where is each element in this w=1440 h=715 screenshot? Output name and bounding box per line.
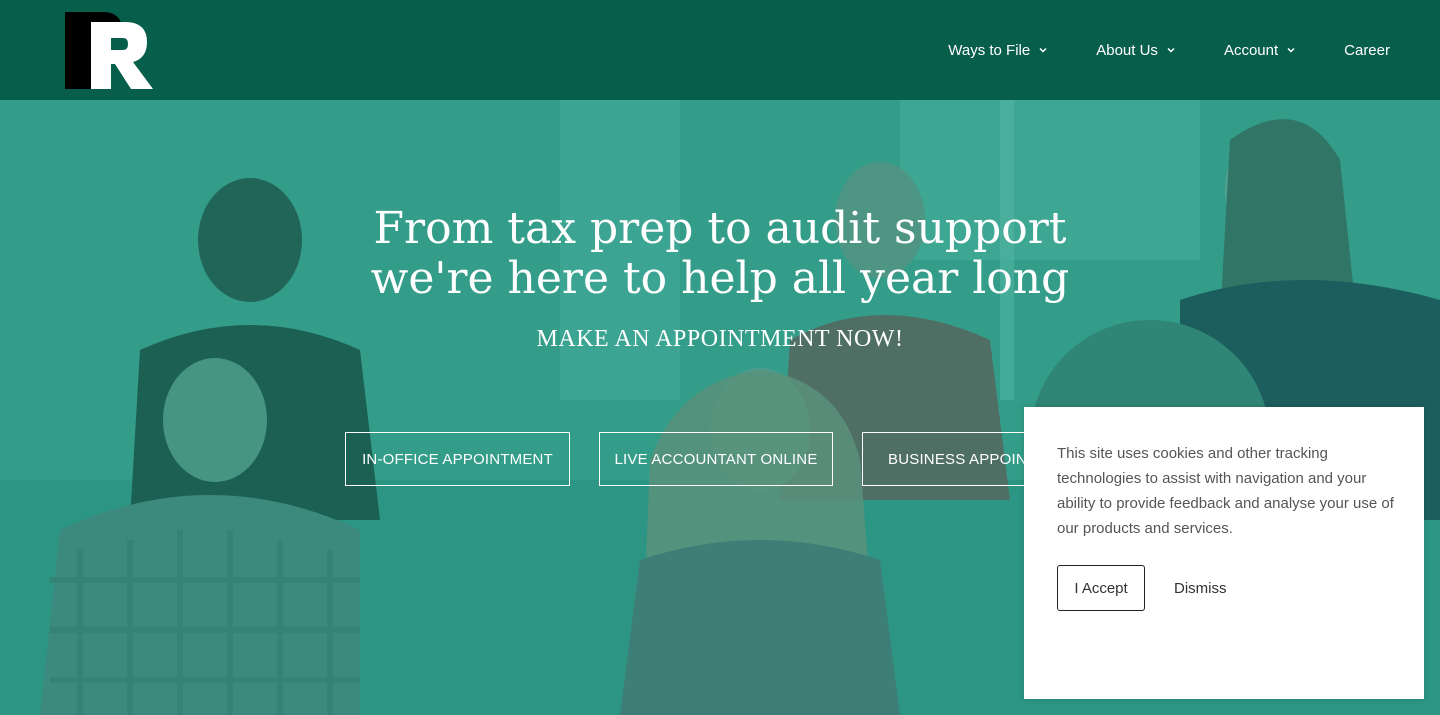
nav-label: About Us xyxy=(1096,41,1158,59)
brand-logo[interactable] xyxy=(65,12,153,89)
nav-account[interactable]: Account xyxy=(1224,42,1296,59)
live-accountant-online-button[interactable]: LIVE ACCOUNTANT ONLINE xyxy=(599,432,833,486)
cookie-consent-popup: This site uses cookies and other trackin… xyxy=(1024,407,1424,699)
nav-label: Career xyxy=(1344,41,1390,59)
site-header: Ways to File About Us Account Career xyxy=(0,0,1440,100)
nav-career[interactable]: Career xyxy=(1344,42,1390,59)
hero-headline: From tax prep to audit support we're her… xyxy=(0,204,1440,304)
hero-subline: MAKE AN APPOINTMENT NOW! xyxy=(536,326,904,352)
chevron-down-icon xyxy=(1287,47,1295,53)
dismiss-cookies-button[interactable]: Dismiss xyxy=(1174,565,1227,611)
in-office-appointment-button[interactable]: IN-OFFICE APPOINTMENT xyxy=(345,432,570,486)
accept-cookies-button[interactable]: I Accept xyxy=(1057,565,1145,611)
nav-label: Ways to File xyxy=(948,41,1031,59)
hero-headline-line1: From tax prep to audit support xyxy=(373,203,1067,254)
nav-ways-to-file[interactable]: Ways to File xyxy=(948,42,1048,59)
nav-about-us[interactable]: About Us xyxy=(1096,42,1176,59)
chevron-down-icon xyxy=(1167,47,1175,53)
cookie-message: This site uses cookies and other trackin… xyxy=(1057,445,1394,537)
hero-headline-line2: we're here to help all year long xyxy=(370,253,1070,304)
nav-label: Account xyxy=(1223,41,1279,59)
chevron-down-icon xyxy=(1039,47,1047,53)
main-nav: Ways to File About Us Account Career xyxy=(900,0,1390,100)
